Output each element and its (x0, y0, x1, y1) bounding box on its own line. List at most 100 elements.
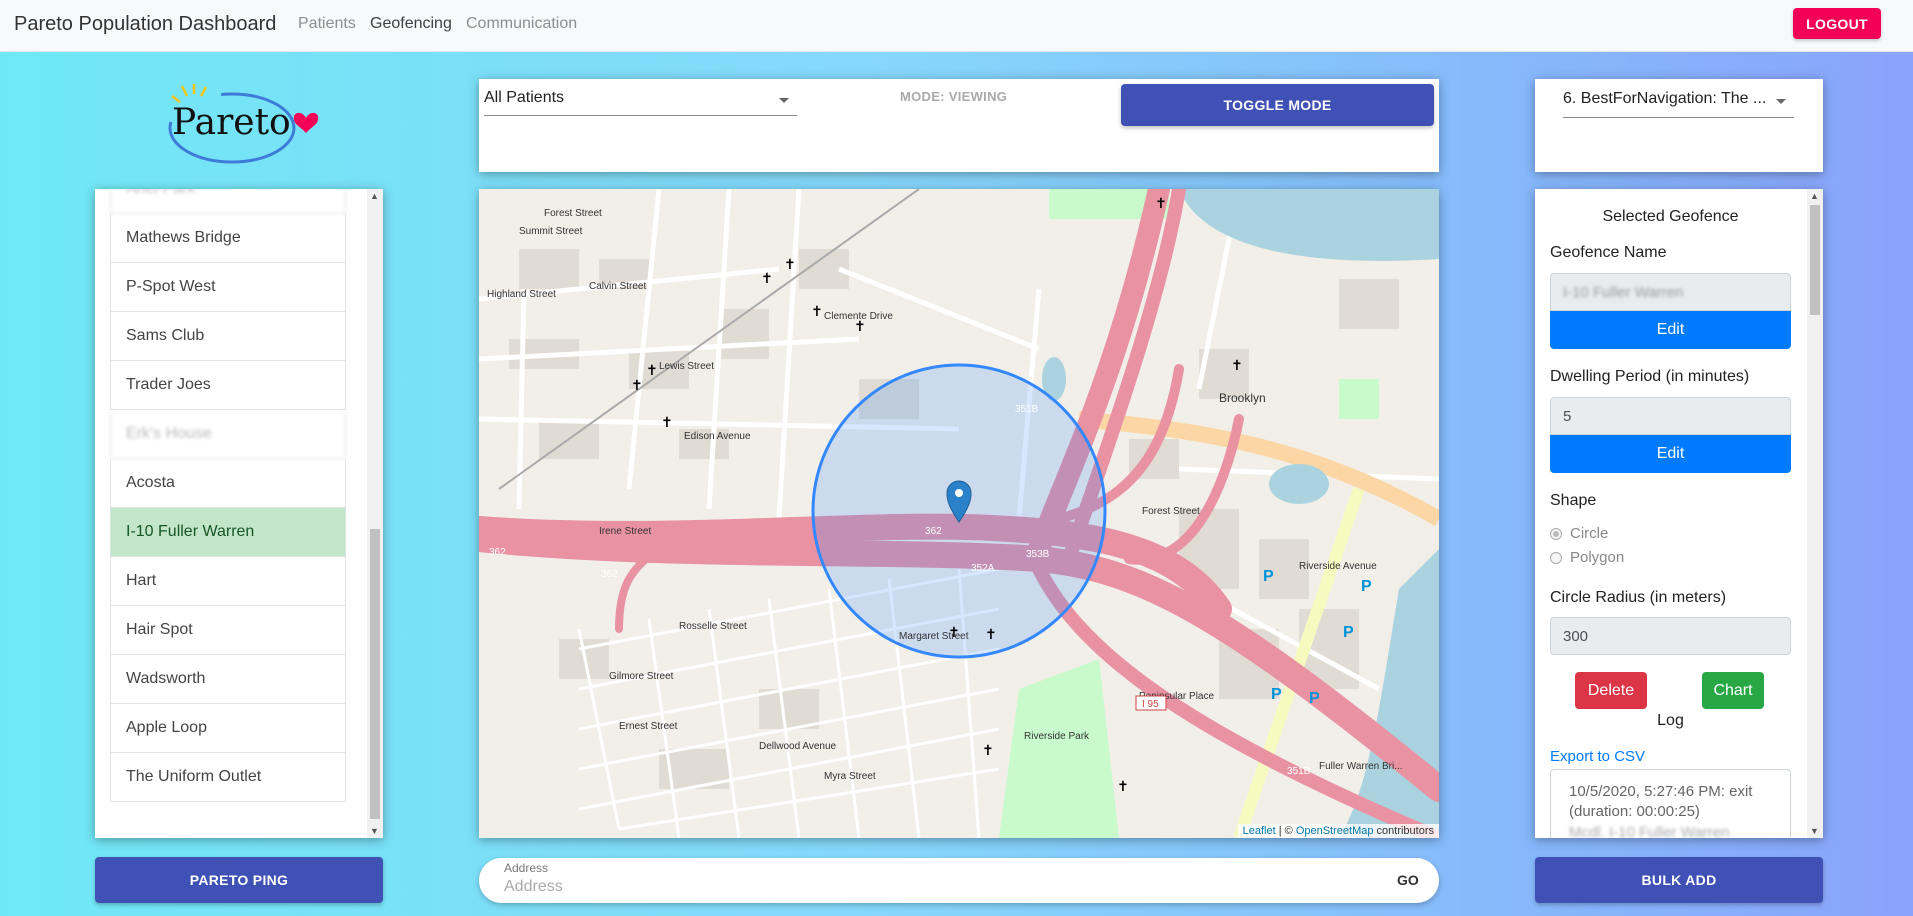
delete-button[interactable]: Delete (1575, 672, 1647, 709)
leaflet-link[interactable]: Leaflet (1243, 825, 1276, 837)
church-icon: ✝ (985, 627, 997, 643)
map-label: Forest Street (544, 208, 602, 219)
scroll-down-icon[interactable]: ▼ (1810, 826, 1819, 836)
log-entry: 10/5/2020, 5:27:46 PM: exit (duration: 0… (1569, 783, 1753, 821)
scroll-up-icon[interactable]: ▲ (1810, 191, 1819, 201)
list-item[interactable]: The Uniform Outlet (110, 753, 346, 802)
radio-circle-label: Circle (1570, 525, 1609, 542)
dwelling-period-field[interactable]: 5 (1550, 397, 1791, 435)
address-search-bar: Address GO (479, 858, 1439, 903)
log-heading: Log (1657, 712, 1684, 729)
pareto-logo: Pareto (160, 82, 320, 172)
map-control-panel: All Patients MODE: VIEWING TOGGLE MODE (479, 79, 1439, 172)
map-label: Edison Avenue (684, 431, 751, 442)
church-icon: ✝ (982, 743, 994, 759)
chart-button[interactable]: Chart (1702, 672, 1764, 709)
parking-icon: P (1309, 690, 1320, 707)
app-title: Pareto Population Dashboard (14, 13, 277, 35)
logout-button[interactable]: LOGOUT (1793, 8, 1881, 39)
device-select[interactable]: 6. BestForNavigation: The ... (1563, 90, 1794, 118)
list-item[interactable]: Sams Club (110, 312, 346, 361)
list-item-selected[interactable]: I-10 Fuller Warren (110, 508, 346, 557)
church-icon: ✝ (761, 271, 773, 287)
scroll-down-icon[interactable]: ▼ (370, 826, 379, 836)
map-label: Lewis Street (659, 361, 714, 372)
map-label: 362 (601, 569, 618, 580)
scroll-thumb[interactable] (370, 529, 380, 819)
chevron-down-icon (1776, 99, 1786, 104)
list-item[interactable]: Hart (110, 557, 346, 606)
go-button[interactable]: GO (1397, 872, 1419, 888)
top-navbar: Pareto Population Dashboard Patients Geo… (0, 0, 1913, 52)
list-item[interactable]: Acosta (110, 459, 346, 508)
map-label: 352A (971, 563, 995, 574)
list-scrollbar[interactable]: ▲ ▼ (367, 189, 383, 838)
attribution-separator: | © (1275, 825, 1296, 837)
list-item[interactable]: Ariel Park (110, 189, 346, 214)
logo-text: Pareto (172, 102, 291, 143)
list-item[interactable]: Erk's House (110, 410, 346, 459)
pareto-ping-button[interactable]: PARETO PING (95, 857, 383, 903)
list-item[interactable]: Mathews Bridge (110, 214, 346, 263)
map-label: Riverside Park (1024, 731, 1090, 742)
edit-dwelling-button[interactable]: Edit (1550, 435, 1791, 473)
map-label: 351B (1287, 766, 1311, 777)
list-item[interactable]: Hair Spot (110, 606, 346, 655)
map-canvas[interactable]: P P P P P ✝ ✝ ✝ ✝ ✝ ✝ ✝ ✝ ✝ ✝ ✝ ✝ ✝ Fore… (479, 189, 1439, 838)
map-label: Rosselle Street (679, 621, 747, 632)
attribution-text: contributors (1373, 825, 1434, 837)
highway-shield: I 95 (1135, 695, 1167, 711)
chevron-down-icon (779, 98, 789, 103)
list-item[interactable]: Wadsworth (110, 655, 346, 704)
map-label: Margaret Street (899, 631, 969, 642)
osm-link[interactable]: OpenStreetMap (1296, 825, 1374, 837)
map-label: Gilmore Street (609, 671, 674, 682)
patient-select-value: All Patients (484, 89, 565, 106)
scroll-up-icon[interactable]: ▲ (370, 191, 379, 201)
map-label: Clemente Drive (824, 311, 893, 322)
detail-scrollbar[interactable]: ▲ ▼ (1807, 189, 1823, 838)
edit-name-button[interactable]: Edit (1550, 311, 1791, 349)
nav-geofencing[interactable]: Geofencing (370, 15, 452, 33)
church-icon: ✝ (631, 378, 643, 394)
church-icon: ✝ (1155, 196, 1167, 212)
parking-icon: P (1343, 624, 1354, 641)
map-label: Summit Street (519, 226, 583, 237)
toggle-mode-button[interactable]: TOGGLE MODE (1121, 84, 1434, 126)
map-label: 353B (1026, 549, 1050, 560)
parking-icon: P (1271, 686, 1282, 703)
map-view[interactable]: P P P P P ✝ ✝ ✝ ✝ ✝ ✝ ✝ ✝ ✝ ✝ ✝ ✝ ✝ Fore… (479, 189, 1439, 838)
map-label: Riverside Avenue (1299, 561, 1377, 572)
map-label: Forest Street (1142, 506, 1200, 517)
church-icon: ✝ (1117, 779, 1129, 795)
geofence-name-label: Geofence Name (1550, 244, 1667, 261)
panel-title: Selected Geofence (1602, 208, 1739, 225)
church-icon: ✝ (646, 363, 658, 379)
nav-communication[interactable]: Communication (466, 15, 577, 33)
shape-option-circle[interactable]: Circle (1550, 525, 1608, 542)
address-label: Address (504, 861, 549, 875)
bulk-add-button[interactable]: BULK ADD (1535, 857, 1823, 903)
parking-icon: P (1263, 568, 1274, 585)
nav-patients[interactable]: Patients (298, 15, 356, 33)
list-item[interactable]: Trader Joes (110, 361, 346, 410)
shape-label: Shape (1550, 492, 1597, 509)
patient-select[interactable]: All Patients (484, 89, 797, 116)
parking-icon: P (1361, 578, 1372, 595)
shape-option-polygon[interactable]: Polygon (1550, 549, 1624, 566)
church-icon: ✝ (661, 415, 673, 431)
list-item[interactable]: Apple Loop (110, 704, 346, 753)
export-csv-link[interactable]: Export to CSV (1550, 748, 1645, 765)
map-label: Dellwood Avenue (759, 741, 837, 752)
device-select-panel: 6. BestForNavigation: The ... (1535, 79, 1823, 172)
church-icon: ✝ (1231, 358, 1243, 374)
radius-field[interactable]: 300 (1550, 617, 1791, 655)
address-input[interactable] (504, 876, 1364, 898)
geofence-name-field[interactable]: I-10 Fuller Warren (1550, 273, 1791, 311)
scroll-thumb[interactable] (1810, 205, 1820, 315)
radio-polygon[interactable] (1550, 551, 1562, 564)
list-item[interactable]: P-Spot West (110, 263, 346, 312)
church-icon: ✝ (784, 257, 796, 273)
map-label: Fuller Warren Bri... (1319, 761, 1403, 772)
radio-circle[interactable] (1550, 527, 1562, 540)
